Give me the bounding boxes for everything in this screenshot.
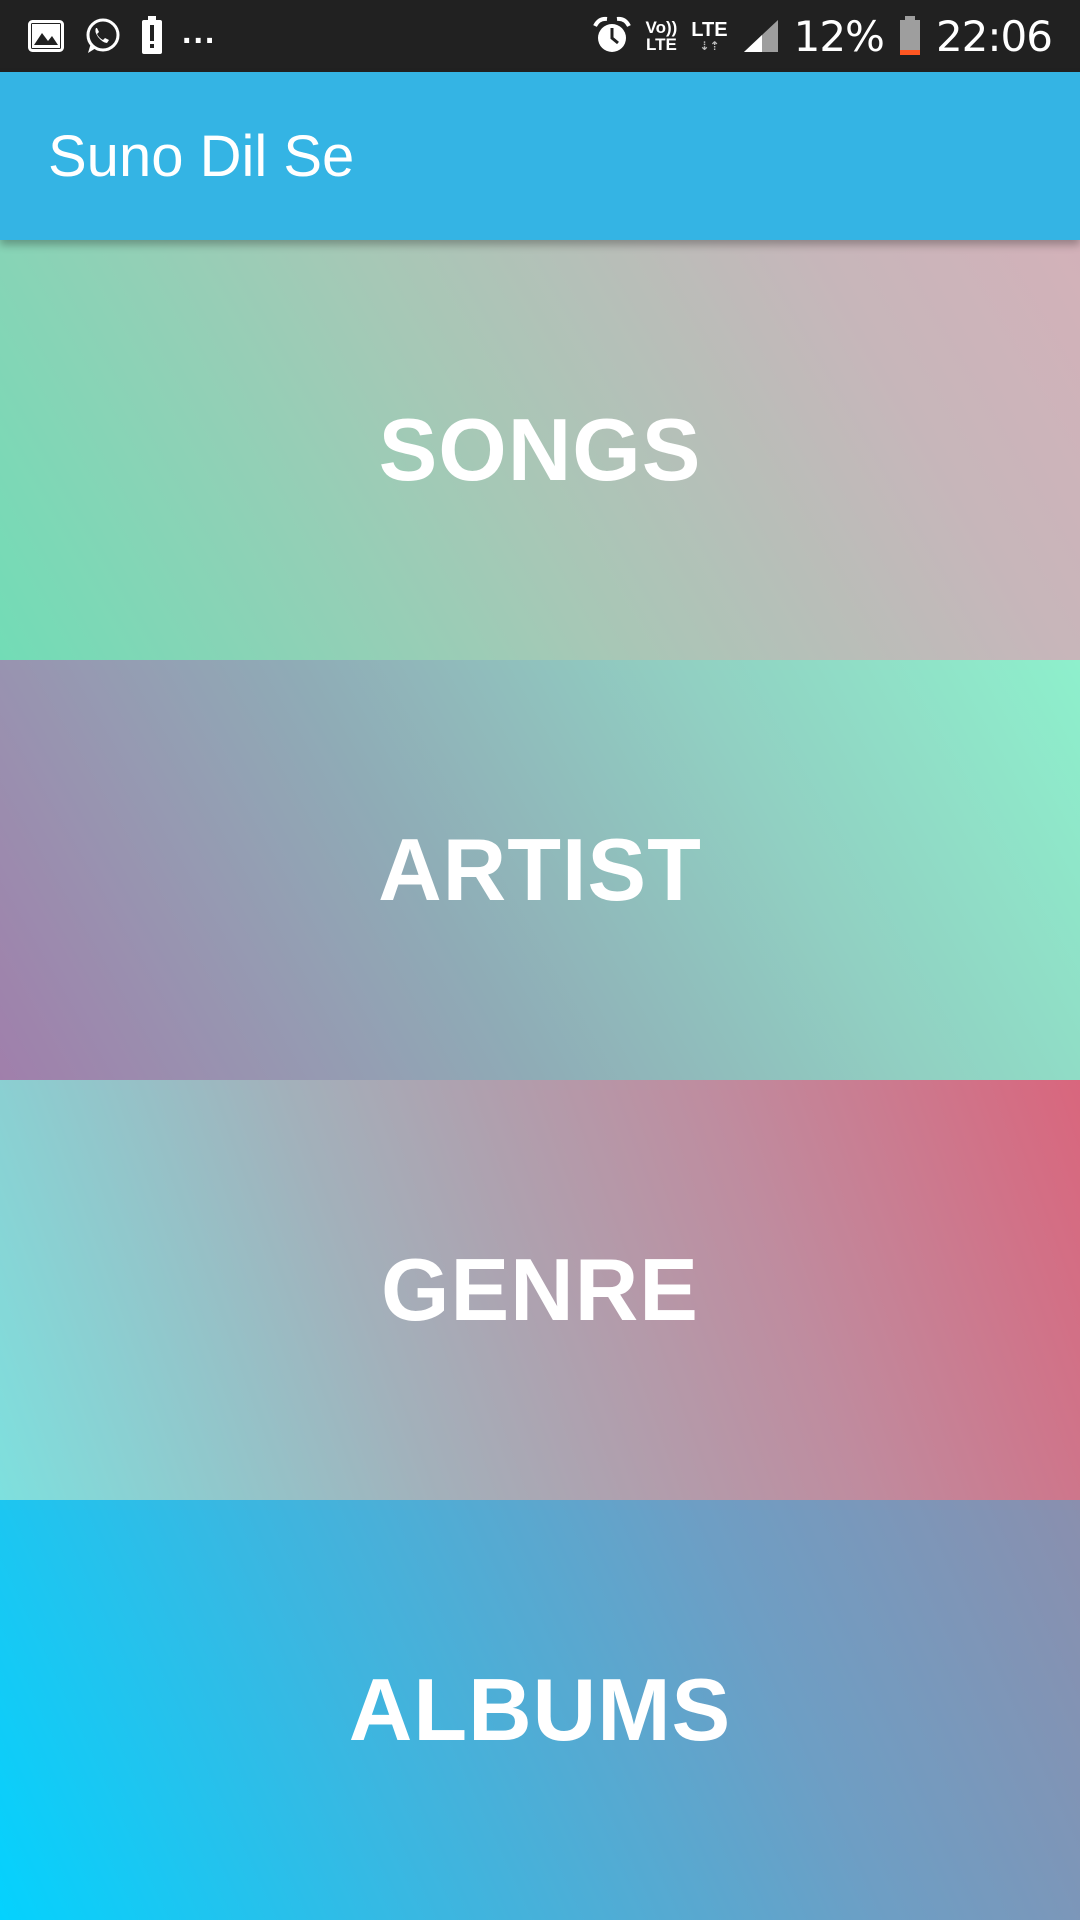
clock: 22:06 [935,11,1053,61]
artist-tile[interactable]: ARTIST [0,660,1080,1080]
status-bar-notifications: ... [28,12,592,56]
volte-bottom-text: LTE [645,35,677,54]
genre-tile[interactable]: GENRE [0,1080,1080,1500]
volte-top-text: Vo)) [645,18,678,37]
data-activity-arrows: ⇣⇡ [699,39,720,53]
network-type-indicator: LTE ⇣⇡ [691,20,727,52]
artist-label: ARTIST [378,820,702,919]
volte-indicator: Vo)) LTE [646,19,678,53]
app-title: Suno Dil Se [48,123,355,189]
albums-label: ALBUMS [348,1660,732,1759]
genre-label: GENRE [381,1240,699,1339]
songs-label: SONGS [378,400,702,499]
app-bar: Suno Dil Se [0,72,1080,240]
status-bar: ... Vo)) LTE LTE ⇣⇡ 12% 22:06 [0,0,1080,72]
gallery-icon [28,20,64,52]
battery-low-icon [898,16,922,56]
status-bar-system: Vo)) LTE LTE ⇣⇡ 12% 22:06 [592,12,1053,61]
network-type-text: LTE [691,19,728,41]
alarm-icon [592,16,632,56]
battery-alert-icon [140,16,164,56]
albums-tile[interactable]: ALBUMS [0,1500,1080,1920]
signal-icon [742,18,780,54]
songs-tile[interactable]: SONGS [0,240,1080,660]
more-notifications-indicator: ... [182,12,217,51]
battery-percent: 12% [793,11,885,61]
whatsapp-icon [82,16,122,56]
